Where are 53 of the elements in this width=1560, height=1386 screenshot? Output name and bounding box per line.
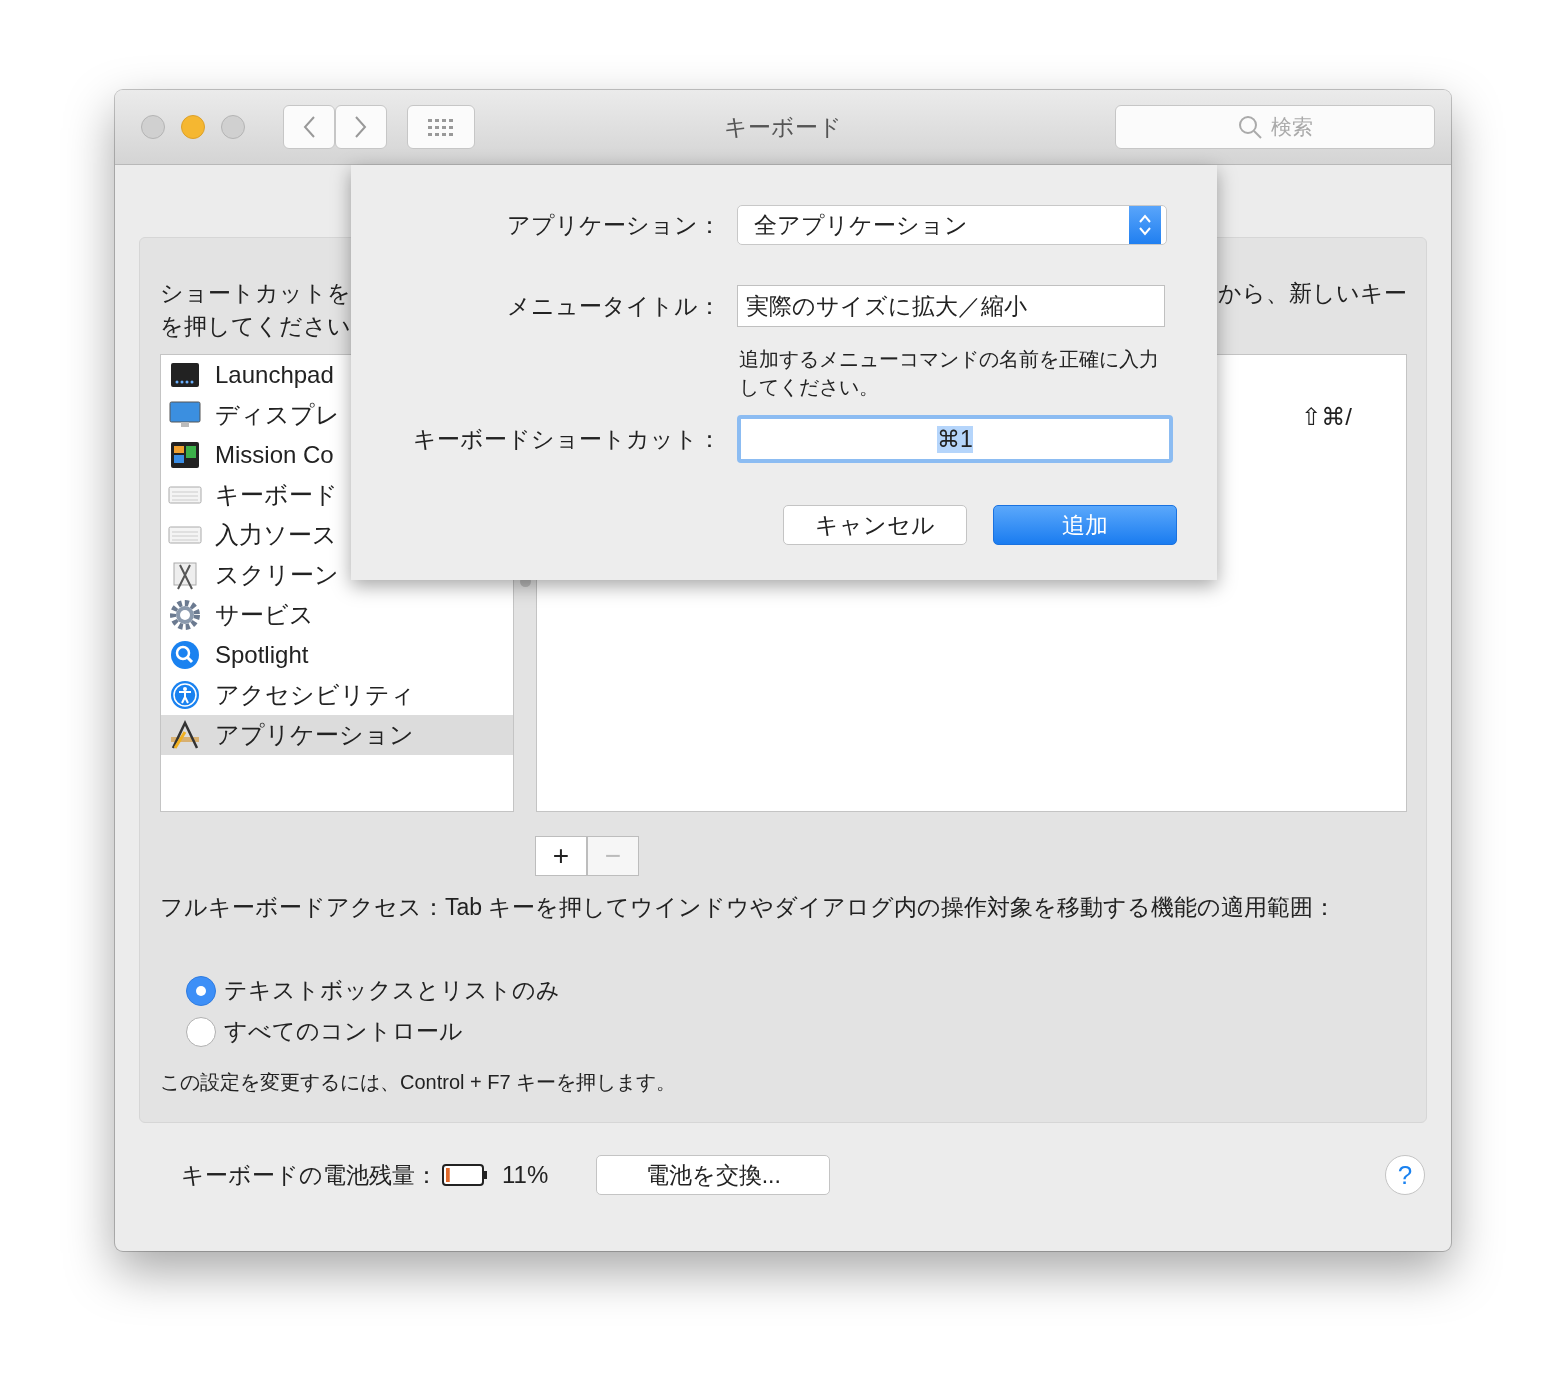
back-button[interactable]	[283, 105, 335, 149]
instruction-text: から、新しいキー	[1218, 280, 1407, 306]
chevron-right-icon	[354, 115, 368, 139]
help-button[interactable]: ?	[1385, 1155, 1425, 1195]
scissors-icon	[170, 559, 200, 591]
instruction-text: ショートカットを	[160, 280, 351, 306]
category-item[interactable]: キーボード	[161, 475, 513, 515]
accessibility-icon	[170, 680, 200, 710]
shortcut-keys[interactable]: ⇧⌘/	[1301, 403, 1352, 431]
launchpad-icon	[170, 362, 200, 388]
radio-label[interactable]: テキストボックスとリストのみ	[224, 975, 560, 1006]
instruction-text: を押してください	[160, 313, 351, 339]
category-item[interactable]: アプリケーション	[161, 715, 513, 755]
shortcut-field[interactable]: ⌘1	[737, 415, 1173, 463]
monitor-icon	[169, 401, 201, 429]
full-keyboard-access-label: フルキーボードアクセス：Tab キーを押してウインドウやダイアログ内の操作対象を移動する機能の適用範囲：	[160, 894, 1337, 920]
search-icon	[170, 640, 200, 670]
search-icon	[1237, 114, 1263, 140]
category-item[interactable]: スクリーン	[161, 555, 513, 595]
add-button[interactable]: +	[535, 836, 587, 876]
category-item[interactable]: アクセシビリティ	[161, 675, 513, 715]
show-all-button[interactable]	[407, 105, 475, 149]
field-label: キーボードショートカット：	[413, 425, 721, 452]
field-label: メニュータイトル：	[507, 292, 721, 319]
field-label: アプリケーション：	[507, 211, 721, 238]
close-button[interactable]	[141, 115, 165, 139]
category-item[interactable]: サービス	[161, 595, 513, 635]
pencil-ruler-icon	[169, 720, 201, 750]
up-down-arrows-icon	[1137, 212, 1153, 238]
gear-icon	[169, 599, 201, 631]
application-popup[interactable]: 全アプリケーション	[737, 205, 1167, 245]
keyboard-icon	[168, 485, 202, 505]
windows-icon	[170, 441, 200, 469]
category-item[interactable]: Spotlight	[161, 635, 513, 675]
keyboard-icon	[168, 525, 202, 545]
field-hint: 追加するメニューコマンドの名前を正確に入力してください。	[739, 348, 1159, 398]
window-title: キーボード	[724, 113, 842, 140]
radio-button[interactable]	[186, 975, 216, 1006]
radio-label[interactable]: すべてのコントロール	[224, 1016, 463, 1047]
category-item[interactable]: 入力ソース	[161, 515, 513, 555]
battery-percentage: 11%	[502, 1161, 549, 1189]
grid-icon	[427, 118, 455, 136]
minimize-button[interactable]	[181, 115, 205, 139]
forward-button[interactable]	[335, 105, 387, 149]
chevron-left-icon	[302, 115, 316, 139]
menu-title-field[interactable]: 実際のサイズに拡大／縮小	[737, 285, 1165, 327]
battery-label: キーボードの電池残量：	[181, 1160, 438, 1190]
radio-button[interactable]	[186, 1016, 216, 1047]
zoom-button[interactable]	[221, 115, 245, 139]
category-item[interactable]: Launchpad	[161, 355, 513, 395]
cancel-button[interactable]: キャンセル	[783, 505, 967, 545]
hint-text: この設定を変更するには、Control + F7 キーを押します。	[160, 1071, 677, 1093]
replace-battery-button[interactable]: 電池を交換...	[596, 1155, 831, 1195]
